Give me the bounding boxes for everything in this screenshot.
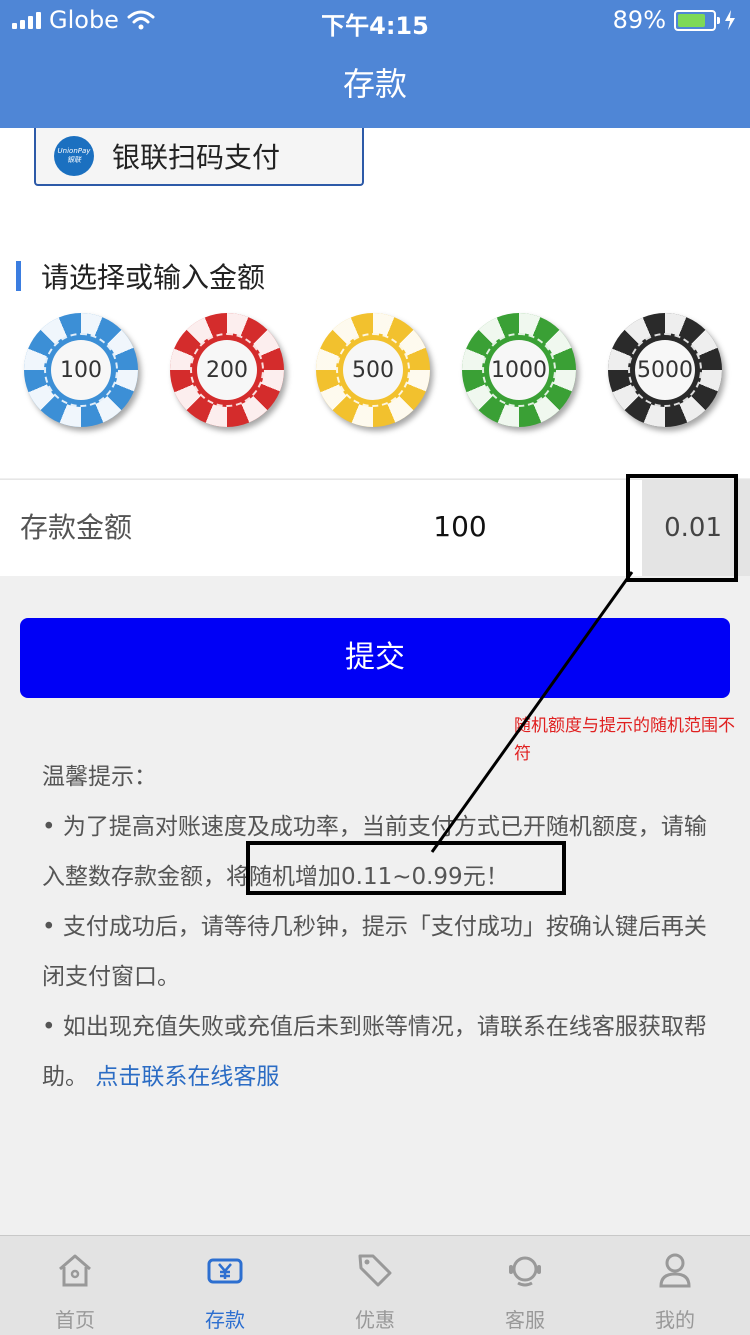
annotation-box-cents [626,474,738,582]
battery-icon [674,9,720,31]
chip-value: 200 [197,340,257,400]
chip-500[interactable]: 500 [316,313,430,427]
payment-method-button[interactable]: UnionPay 银联 银联扫码支付 [34,128,364,186]
tab-profile-label: 我的 [655,1308,695,1332]
unionpay-logo-text: UnionPay 银联 [57,147,91,164]
tab-support[interactable]: 客服 [450,1236,600,1335]
user-icon [659,1253,691,1288]
page-title: 存款 [342,65,407,103]
nav-bar: 存款 [0,40,750,128]
chip-value: 5000 [635,340,695,400]
tip-item-2: • 支付成功后，请等待几秒钟，提示「支付成功」按确认键后再关闭支付窗口。 [42,914,707,990]
tab-home[interactable]: 首页 [0,1236,150,1335]
chip-5000[interactable]: 5000 [608,313,722,427]
tips-title: 温馨提示： [42,764,157,790]
tag-icon [358,1254,392,1287]
submit-button[interactable]: 提交 [20,618,730,698]
tab-deposit[interactable]: 存款 [150,1236,300,1335]
chip-value: 1000 [489,340,549,400]
contact-support-link[interactable]: 点击联系在线客服 [95,1064,279,1090]
title-accent-bar [16,261,21,291]
tab-promotions[interactable]: 优惠 [300,1236,450,1335]
chip-value: 500 [343,340,403,400]
status-bar: Globe 下午4:15 89% [0,0,750,40]
annotation-box-tip [246,841,566,895]
amount-section-title: 请选择或输入金额 [16,256,265,296]
tab-promotions-label: 优惠 [355,1308,395,1332]
chip-1000[interactable]: 1000 [462,313,576,427]
tab-bar: 首页 存款 优惠 客服 我的 [0,1235,750,1335]
home-icon [59,1254,91,1287]
payment-method-label: 银联扫码支付 [112,141,281,174]
deposit-amount-input[interactable] [360,480,560,574]
battery-percent: 89% [612,6,666,34]
charging-icon [725,10,735,30]
amount-section-label: 请选择或输入金额 [41,261,266,294]
tab-home-label: 首页 [55,1308,95,1332]
chip-value: 100 [51,340,111,400]
tab-support-label: 客服 [505,1308,545,1332]
chip-100[interactable]: 100 [24,313,138,427]
deposit-icon [207,1258,243,1284]
battery-info: 89% [613,6,736,34]
headset-icon [509,1256,541,1287]
tab-deposit-label: 存款 [205,1308,245,1332]
deposit-amount-label: 存款金额 [20,511,133,544]
chip-list: 100 200 500 1000 5000 [0,313,750,429]
unionpay-logo-icon: UnionPay 银联 [54,136,94,176]
tips-section: 温馨提示： • 为了提高对账速度及成功率，当前支付方式已开随机额度，请输入整数存… [42,752,722,1102]
chip-200[interactable]: 200 [170,313,284,427]
tip-item-3: • 如出现充值失败或充值后未到账等情况，请联系在线客服获取帮助。 点击联系在线客… [42,1002,722,1102]
tab-profile[interactable]: 我的 [600,1236,750,1335]
payment-section: UnionPay 银联 银联扫码支付 请选择或输入金额 100 200 500 … [0,128,750,478]
